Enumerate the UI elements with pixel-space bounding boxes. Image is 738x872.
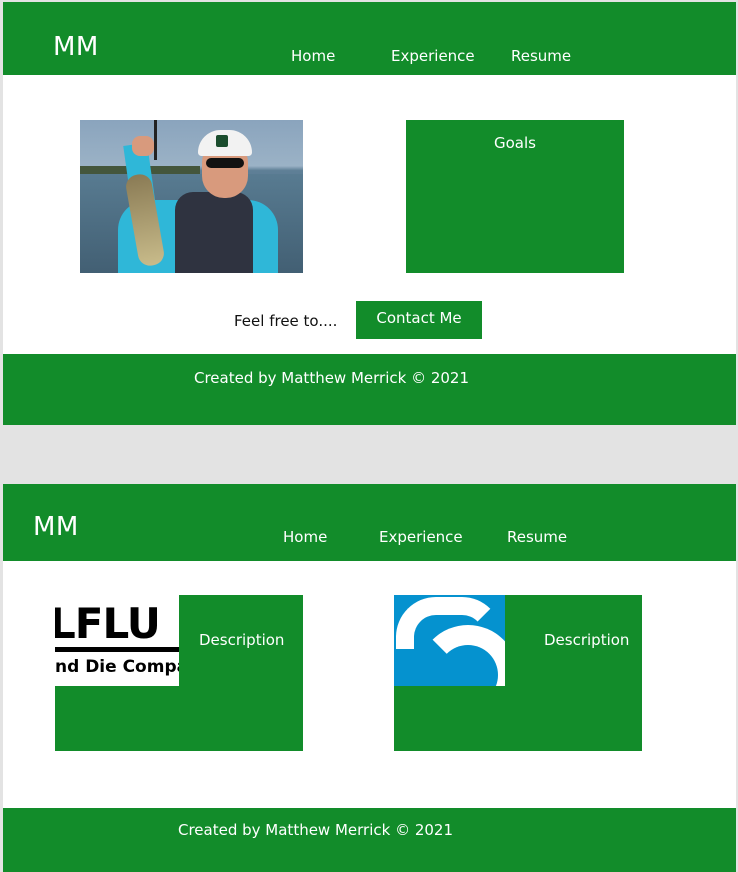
footer-text: Created by Matthew Merrick © 2021 [194,369,470,387]
contact-me-button[interactable]: Contact Me [356,301,482,339]
goals-panel: Goals [406,120,624,273]
contact-prompt: Feel free to.... [234,312,338,330]
card-description: Description [199,631,285,649]
nav-home[interactable]: Home [291,47,335,65]
site-logo[interactable]: MM [53,32,99,62]
goals-title: Goals [494,134,536,152]
footer-text: Created by Matthew Merrick © 2021 [178,821,454,839]
nav-home[interactable]: Home [283,528,327,546]
nav-experience[interactable]: Experience [379,528,463,546]
company-logo-image: LFLU nd Die Compa [55,595,179,686]
site-logo[interactable]: MM [33,512,79,542]
page-experience: MM Home Experience Resume LFLU nd Die Co… [3,484,736,872]
s-logo-image [394,595,505,686]
site-header: MM Home Experience Resume [3,484,736,561]
card-description: Description [544,631,630,649]
nav-resume[interactable]: Resume [507,528,567,546]
experience-card-1[interactable]: LFLU nd Die Compa Description [55,595,303,751]
site-footer: Created by Matthew Merrick © 2021 [3,354,736,425]
site-footer: Created by Matthew Merrick © 2021 [3,808,736,872]
page-home: MM Home Experience Resume Goals Feel fre… [3,2,736,425]
company-logo-text: LFLU [55,599,161,648]
experience-card-2[interactable]: Description [394,595,642,751]
company-logo-subtext: nd Die Compa [55,657,179,677]
nav-experience[interactable]: Experience [391,47,475,65]
site-header: MM Home Experience Resume [3,2,736,75]
nav-resume[interactable]: Resume [511,47,571,65]
profile-photo [80,120,303,273]
